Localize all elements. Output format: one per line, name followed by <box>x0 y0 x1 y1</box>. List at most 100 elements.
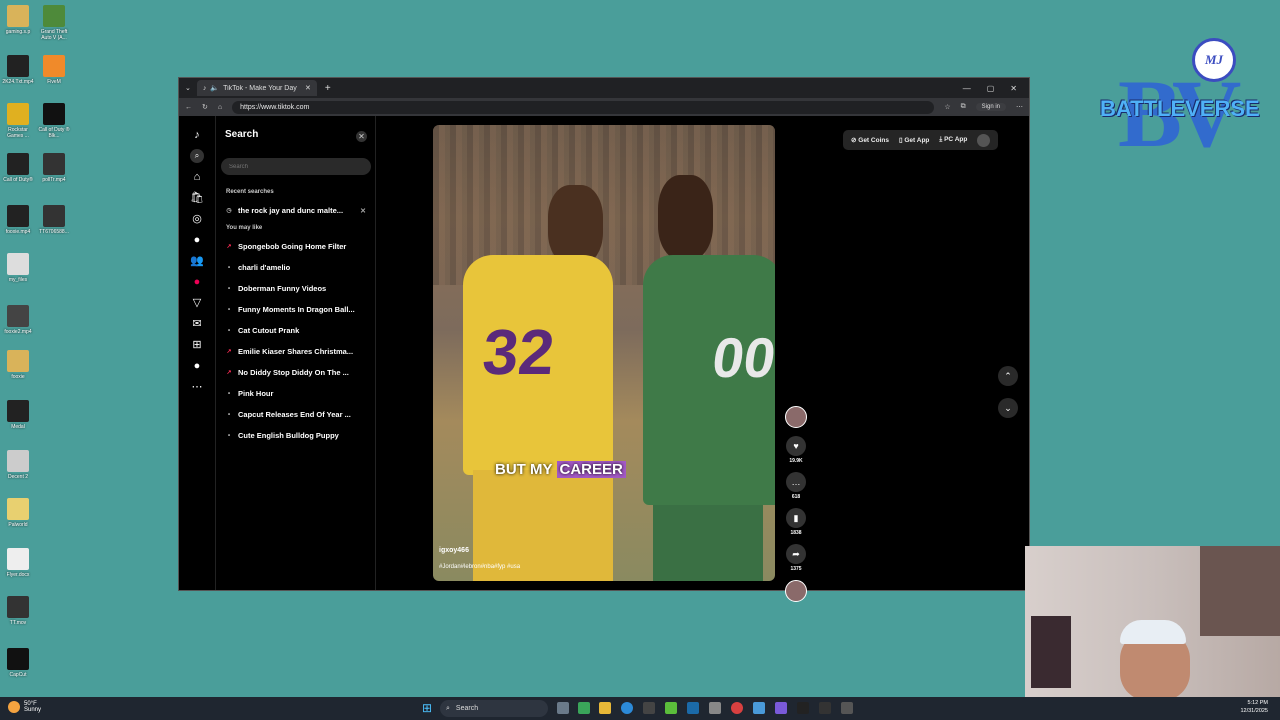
shop-icon[interactable]: 🛍 <box>190 191 204 205</box>
video-tags[interactable]: #Jordan#lebron#nba#fyp #usa <box>439 564 520 570</box>
url-field[interactable]: https://www.tiktok.com <box>232 100 935 114</box>
app-icon-1[interactable] <box>643 702 655 714</box>
desktop-icon[interactable]: Flyer.docx <box>0 548 36 578</box>
following-icon[interactable]: ● <box>190 233 204 247</box>
menu-icon[interactable]: ⋯ <box>1016 103 1023 111</box>
like-icon[interactable]: ♥ <box>786 436 806 456</box>
suggestion-item[interactable]: • charli d'amelio <box>226 263 366 272</box>
task-view-icon[interactable] <box>557 702 569 714</box>
capcut-taskbar-icon[interactable] <box>819 702 831 714</box>
taskbar-search[interactable]: ⌕ Search <box>440 700 548 717</box>
desktop-icon[interactable]: Decent 2 <box>0 450 36 480</box>
windows-start-icon[interactable]: ⊞ <box>422 702 434 714</box>
desktop-icon[interactable]: TT6706588... <box>36 205 72 235</box>
video-username[interactable]: igxoy466 <box>439 547 469 554</box>
desktop-icon[interactable]: Grand Theft Auto V (A... <box>36 5 72 41</box>
desktop-icon[interactable]: 2K24.Txt.mp4 <box>0 55 36 85</box>
get-coins-button[interactable]: ⊘ Get Coins <box>851 136 889 144</box>
friends-icon[interactable]: 👥 <box>190 254 204 268</box>
recent-search-item[interactable]: ◷ the rock jay and dunc malte... ✕ <box>226 206 366 215</box>
suggestion-item[interactable]: • Doberman Funny Videos <box>226 284 366 293</box>
comment-icon[interactable]: … <box>786 472 806 492</box>
remove-recent-icon[interactable]: ✕ <box>360 207 366 215</box>
desktop-icon[interactable]: fooxie2.mp4 <box>0 305 36 335</box>
speaker-icon[interactable]: 🔈 <box>210 84 219 92</box>
suggestion-item[interactable]: • Cat Cutout Prank <box>226 326 366 335</box>
video-player[interactable]: 32 00 BUT MY CAREER igxoy466 #Jordan#leb… <box>433 125 775 581</box>
explore-icon[interactable]: ◎ <box>190 212 204 226</box>
app-icon-6[interactable] <box>841 702 853 714</box>
profile-icon[interactable]: ● <box>190 359 204 373</box>
close-panel-icon[interactable]: ✕ <box>356 131 367 142</box>
activity-icon[interactable]: ▽ <box>190 296 204 310</box>
suggestion-item[interactable]: • Pink Hour <box>226 389 366 398</box>
sound-avatar[interactable] <box>785 580 807 602</box>
app-icon-3[interactable] <box>709 702 721 714</box>
bullet-icon: • <box>227 432 231 439</box>
app-icon-5[interactable] <box>775 702 787 714</box>
live-icon[interactable]: ● <box>190 275 204 289</box>
home-icon[interactable]: ⌂ <box>218 104 222 111</box>
desktop-icon[interactable]: fooxie <box>0 350 36 380</box>
home-nav-icon[interactable]: ⌂ <box>190 170 204 184</box>
suggestion-item[interactable]: ↗ Emilie Kiaser Shares Christma... <box>226 347 366 356</box>
messages-icon[interactable]: ✉ <box>190 317 204 331</box>
desktop-icon[interactable]: CapCut <box>0 648 36 678</box>
app-icon-2[interactable] <box>665 702 677 714</box>
next-video-icon[interactable]: ⌄ <box>998 398 1018 418</box>
desktop-icon[interactable]: Medal <box>0 400 36 430</box>
webcam-overlay <box>1025 546 1280 698</box>
weather-widget[interactable]: 50°F Sunny <box>8 701 41 713</box>
desktop-icon[interactable]: my_files <box>0 253 36 283</box>
file-explorer-icon[interactable] <box>599 702 611 714</box>
suggestion-item[interactable]: ↗ Spongebob Going Home Filter <box>226 242 366 251</box>
desktop-icon[interactable]: Call of Duty ® Blk... <box>36 103 72 139</box>
bookmark-icon[interactable]: ▮ <box>786 508 806 528</box>
suggestion-item[interactable]: ↗ No Diddy Stop Diddy On The ... <box>226 368 366 377</box>
previous-video-icon[interactable]: ⌃ <box>998 366 1018 386</box>
sign-in-button[interactable]: Sign in <box>975 103 1006 111</box>
desktop-icon[interactable]: Rockstar Games ... <box>0 103 36 139</box>
suggestion-item[interactable]: • Capcut Releases End Of Year ... <box>226 410 366 419</box>
star-icon[interactable]: ☆ <box>944 103 950 111</box>
chrome-icon[interactable] <box>731 702 743 714</box>
suggestion-text: Capcut Releases End Of Year ... <box>238 410 351 419</box>
tiktok-logo-icon[interactable]: ♪ <box>190 128 204 142</box>
browser-tab[interactable]: ♪ 🔈 TikTok - Make Your Day ✕ <box>196 80 317 96</box>
creator-avatar[interactable] <box>785 406 807 428</box>
desktop-icon[interactable]: Call of Duty® <box>0 153 36 183</box>
maximize-icon[interactable]: ▢ <box>987 84 995 93</box>
desktop-icon-label: 2K24.Txt.mp4 <box>2 79 34 85</box>
pc-app-button[interactable]: ⤓ PC App <box>939 136 967 144</box>
desktop-icon[interactable]: gaming.s.p <box>0 5 36 35</box>
steam-icon[interactable] <box>687 702 699 714</box>
new-tab-icon[interactable]: + <box>325 83 331 94</box>
desktop-icon[interactable]: TT.mov <box>0 596 36 626</box>
desktop-icon[interactable]: Palworld <box>0 498 36 528</box>
profile-avatar[interactable] <box>977 133 991 147</box>
get-app-button[interactable]: ▯ Get App <box>899 136 929 144</box>
more-icon[interactable]: ⋯ <box>190 380 204 394</box>
app-icon-4[interactable] <box>753 702 765 714</box>
upload-icon[interactable]: ⊞ <box>190 338 204 352</box>
suggestion-item[interactable]: • Cute English Bulldog Puppy <box>226 431 366 440</box>
minimize-icon[interactable]: — <box>963 84 971 93</box>
desktop-icon[interactable]: FiveM <box>36 55 72 85</box>
desktop-icon[interactable]: fooxie.mp4 <box>0 205 36 235</box>
suggestion-item[interactable]: • Funny Moments In Dragon Ball... <box>226 305 366 314</box>
desktop-icon[interactable]: pollTr.mp4 <box>36 153 72 183</box>
extensions-icon[interactable]: ⧉ <box>961 103 966 111</box>
edge-icon[interactable] <box>621 702 633 714</box>
system-tray[interactable]: 5:12 PM 12/31/2025 <box>1240 699 1268 715</box>
recent-searches-heading: Recent searches <box>226 189 274 195</box>
medal-taskbar-icon[interactable] <box>797 702 809 714</box>
tab-close-icon[interactable]: ✕ <box>305 84 311 92</box>
search-input[interactable] <box>221 158 371 175</box>
back-icon[interactable]: ← <box>185 104 192 111</box>
tab-list-icon[interactable]: ⌄ <box>185 84 191 92</box>
search-icon[interactable]: ⌕ <box>190 149 204 163</box>
window-close-icon[interactable]: ✕ <box>1010 84 1017 93</box>
share-icon[interactable]: ➦ <box>786 544 806 564</box>
refresh-icon[interactable]: ↻ <box>202 103 208 111</box>
xbox-icon[interactable] <box>578 702 590 714</box>
